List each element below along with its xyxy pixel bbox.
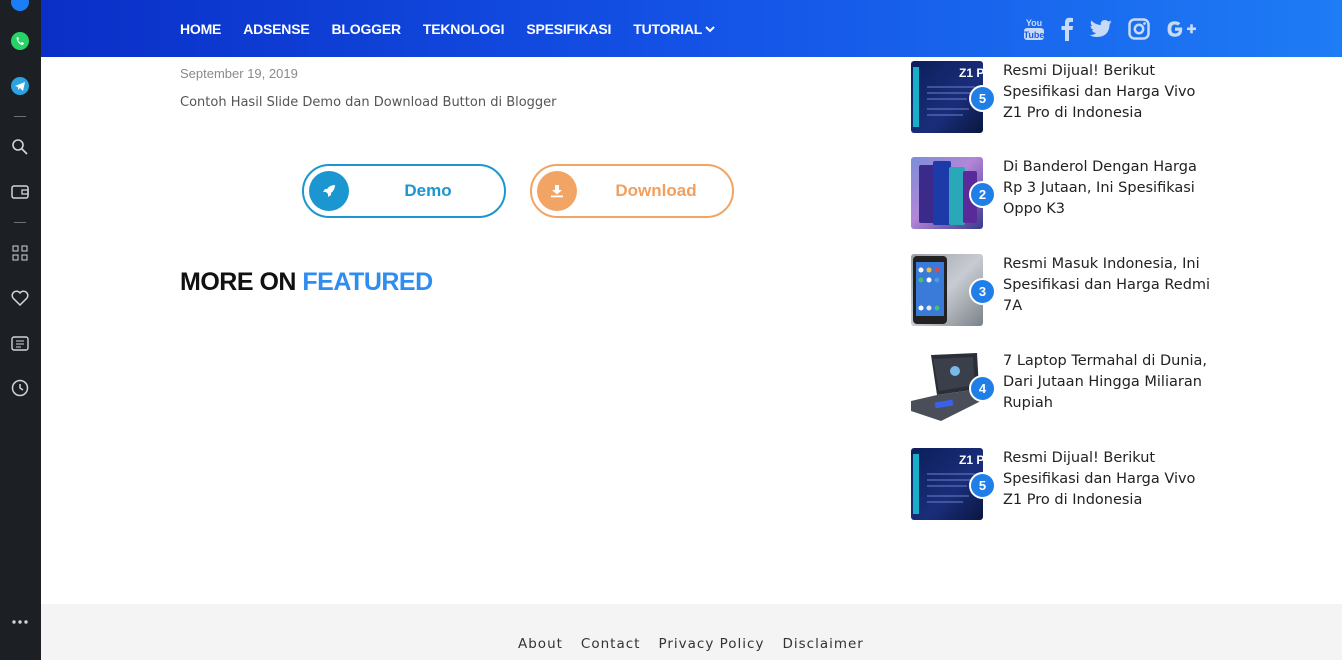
svg-text:Tube: Tube: [1024, 30, 1045, 40]
post-excerpt: Contoh Hasil Slide Demo dan Download But…: [180, 95, 557, 110]
popular-post-item[interactable]: 2 Di Banderol Dengan Harga Rp 3 Jutaan, …: [911, 157, 1231, 229]
nav-home[interactable]: HOME: [180, 21, 221, 37]
more-prefix: MORE ON: [180, 268, 296, 296]
apps-grid-icon[interactable]: [10, 243, 30, 263]
more-on-featured-heading: MORE ON FEATURED: [180, 268, 433, 297]
rank-badge: 5: [969, 472, 996, 499]
popular-post-item[interactable]: Z1 Pro 5 Resmi Dijual! Berikut Spesifika…: [911, 61, 1231, 133]
popular-post-title[interactable]: 7 Laptop Termahal di Dunia, Dari Jutaan …: [1003, 351, 1218, 414]
footer-link-contact[interactable]: Contact: [581, 636, 641, 652]
popular-post-item[interactable]: 4 7 Laptop Termahal di Dunia, Dari Jutaa…: [911, 351, 1231, 423]
popular-post-title[interactable]: Resmi Masuk Indonesia, Ini Spesifikasi d…: [1003, 254, 1218, 317]
nav-tutorial-label: TUTORIAL: [633, 20, 703, 37]
thumb-logo-text: Z1 Pro: [959, 66, 983, 80]
post-date: September 19, 2019: [180, 66, 298, 81]
footer-link-privacy-policy[interactable]: Privacy Policy: [658, 636, 764, 652]
heart-icon[interactable]: [10, 288, 30, 308]
demo-button[interactable]: Demo: [302, 164, 506, 218]
popular-post-title[interactable]: Di Banderol Dengan Harga Rp 3 Jutaan, In…: [1003, 157, 1218, 220]
more-options-icon[interactable]: [10, 612, 30, 632]
wallet-icon[interactable]: [10, 182, 30, 202]
download-icon: [537, 171, 577, 211]
nav-tutorial[interactable]: TUTORIAL: [633, 21, 715, 37]
more-label[interactable]: FEATURED: [302, 268, 433, 296]
demo-label: Demo: [404, 181, 452, 200]
main-menu: HOME ADSENSE BLOGGER TEKNOLOGI SPESIFIKA…: [180, 0, 737, 57]
telegram-icon[interactable]: [10, 76, 30, 96]
rank-badge: 4: [969, 375, 996, 402]
popular-post-title[interactable]: Resmi Dijual! Berikut Spesifikasi dan Ha…: [1003, 61, 1218, 124]
twitter-icon[interactable]: [1089, 14, 1113, 44]
footer: About Contact Privacy Policy Disclaimer: [41, 604, 1342, 660]
popular-post-item[interactable]: Z1 Pro 5 Resmi Dijual! Berikut Spesifika…: [911, 448, 1231, 520]
social-links: You Tube: [1023, 0, 1212, 57]
footer-link-about[interactable]: About: [518, 636, 563, 652]
browser-sidebar: [0, 0, 41, 660]
sidebar-separator: [14, 222, 26, 223]
facebook-icon[interactable]: [1060, 14, 1074, 44]
svg-text:You: You: [1026, 18, 1042, 28]
download-button[interactable]: Download: [530, 164, 734, 218]
thumb-logo-text: Z1 Pro: [959, 453, 983, 467]
whatsapp-icon[interactable]: [10, 31, 30, 51]
nav-teknologi[interactable]: TEKNOLOGI: [423, 21, 505, 37]
search-icon[interactable]: [10, 137, 30, 157]
rank-badge: 3: [969, 278, 996, 305]
footer-links: About Contact Privacy Policy Disclaimer: [518, 636, 882, 652]
nav-blogger[interactable]: BLOGGER: [332, 21, 402, 37]
nav-spesifikasi[interactable]: SPESIFIKASI: [526, 21, 611, 37]
nav-adsense[interactable]: ADSENSE: [243, 21, 309, 37]
popular-post-title[interactable]: Resmi Dijual! Berikut Spesifikasi dan Ha…: [1003, 448, 1218, 511]
history-clock-icon[interactable]: [10, 378, 30, 398]
download-label: Download: [615, 181, 697, 200]
top-navbar: HOME ADSENSE BLOGGER TEKNOLOGI SPESIFIKA…: [41, 0, 1342, 57]
news-icon[interactable]: [10, 333, 30, 353]
popular-post-item[interactable]: 3 Resmi Masuk Indonesia, Ini Spesifikasi…: [911, 254, 1231, 326]
footer-link-disclaimer[interactable]: Disclaimer: [782, 636, 863, 652]
youtube-icon[interactable]: You Tube: [1023, 14, 1045, 44]
rocket-icon: [309, 171, 349, 211]
google-plus-icon[interactable]: [1165, 14, 1197, 44]
rank-badge: 5: [969, 85, 996, 112]
chevron-down-icon: [705, 25, 715, 32]
sidebar-separator: [14, 116, 26, 117]
messenger-icon[interactable]: [10, 0, 30, 12]
instagram-icon[interactable]: [1128, 14, 1150, 44]
rank-badge: 2: [969, 181, 996, 208]
